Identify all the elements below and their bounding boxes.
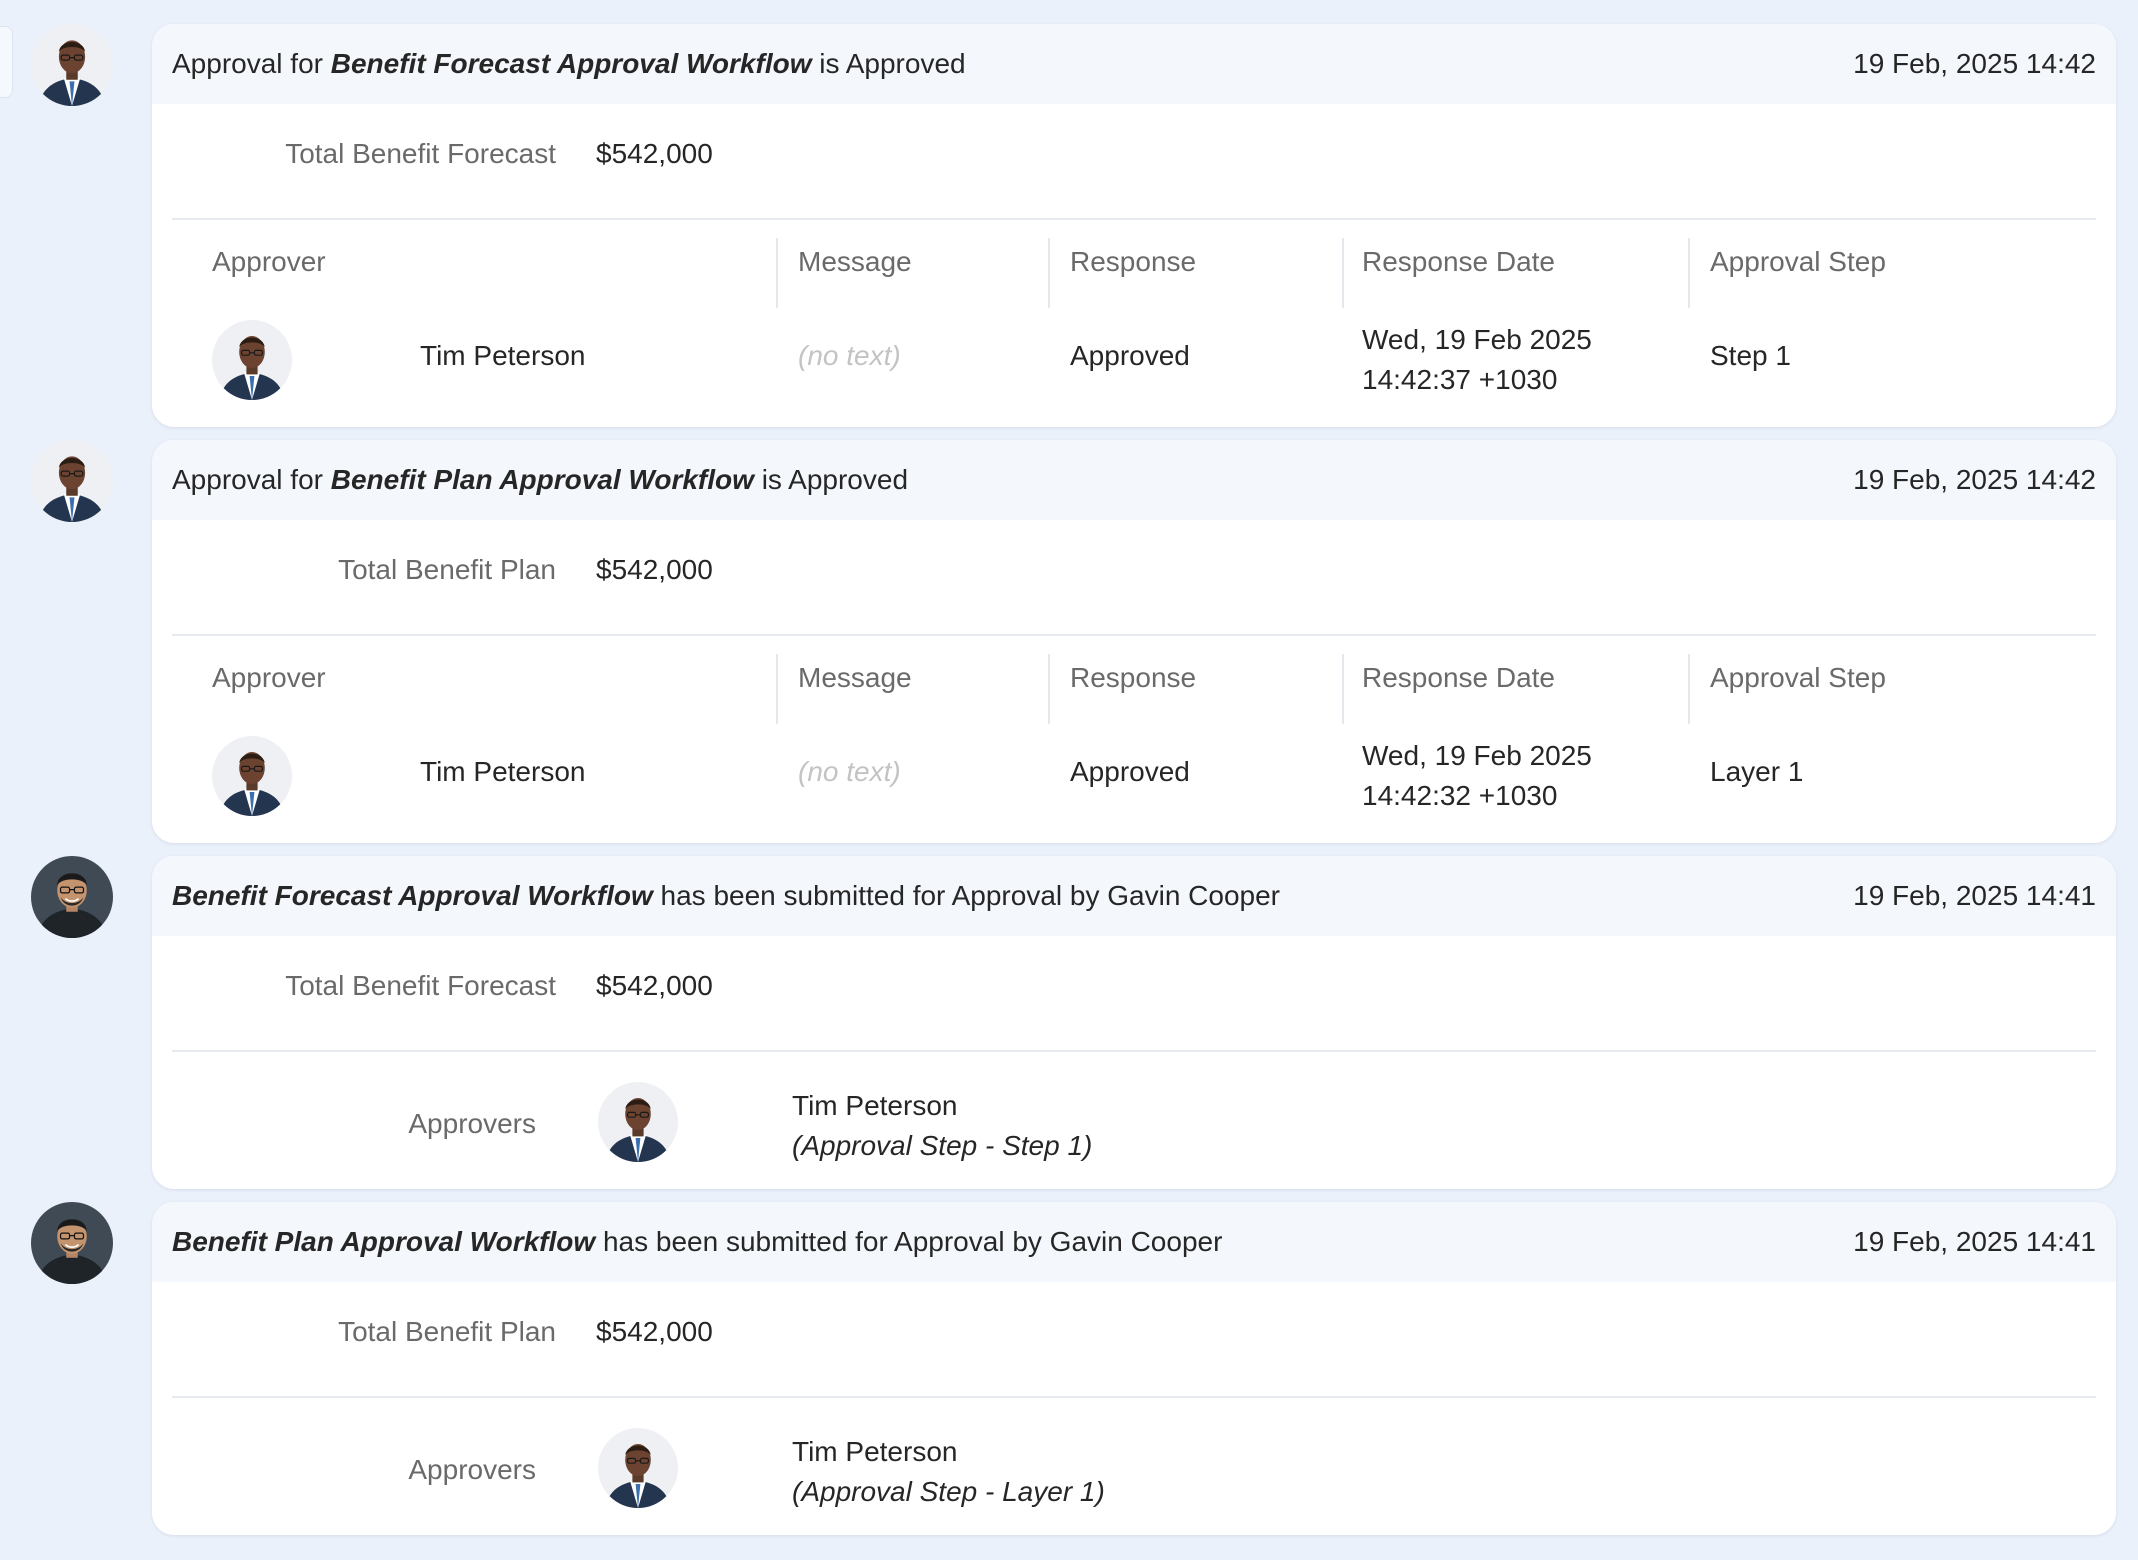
response-date: Wed, 19 Feb 2025 14:42:32 +1030: [1362, 736, 1592, 816]
column-header-response-date: Response Date: [1362, 246, 1556, 277]
workflow-name[interactable]: Benefit Plan Approval Workflow: [331, 464, 754, 495]
summary-row: Total Benefit Plan $542,000: [172, 520, 2096, 636]
approval-step: Layer 1: [1710, 756, 1804, 787]
approval-table: Approver Message Response Response Date …: [152, 220, 2116, 427]
card-title: Benefit Forecast Approval Workflow has b…: [172, 880, 1280, 912]
summary-value: $542,000: [596, 554, 713, 585]
column-header-message: Message: [798, 246, 912, 277]
title-prefix: Approval for: [172, 464, 331, 495]
timestamp: 19 Feb, 2025 14:41: [1853, 880, 2096, 911]
submission-card: Benefit Forecast Approval Workflow has b…: [152, 856, 2116, 1189]
summary-row: Total Benefit Forecast $542,000: [172, 936, 2096, 1052]
response-date: Wed, 19 Feb 2025 14:42:37 +1030: [1362, 320, 1592, 400]
card-header: Approval for Benefit Forecast Approval W…: [152, 24, 2116, 104]
column-header-response: Response: [1070, 662, 1197, 693]
workflow-name[interactable]: Benefit Forecast Approval Workflow: [172, 880, 653, 911]
response-date-day: Wed, 19 Feb 2025: [1362, 324, 1592, 355]
column-header-response-date: Response Date: [1362, 662, 1556, 693]
summary-label: Total Benefit Forecast: [285, 138, 556, 169]
response-status: Approved: [1070, 756, 1190, 787]
response-date-time: 14:42:32 +1030: [1362, 780, 1558, 811]
approval-card: Approval for Benefit Forecast Approval W…: [152, 24, 2116, 427]
summary-value: $542,000: [596, 970, 713, 1001]
approver-name: Tim Peterson: [792, 1090, 958, 1121]
response-date-time: 14:42:37 +1030: [1362, 364, 1558, 395]
card-title: Approval for Benefit Plan Approval Workf…: [172, 464, 908, 496]
avatar[interactable]: [598, 1082, 678, 1162]
card-title: Approval for Benefit Forecast Approval W…: [172, 48, 966, 80]
side-panel-handle[interactable]: [0, 26, 13, 98]
approver-info: Tim Peterson (Approval Step - Step 1): [792, 1086, 1092, 1166]
timestamp: 19 Feb, 2025 14:42: [1853, 48, 2096, 79]
column-header-approver: Approver: [212, 662, 326, 693]
approver-step: (Approval Step - Layer 1): [792, 1476, 1105, 1507]
summary-value: $542,000: [596, 1316, 713, 1347]
summary-value: $542,000: [596, 138, 713, 169]
summary-label: Total Benefit Forecast: [285, 970, 556, 1001]
avatar[interactable]: [212, 320, 292, 400]
avatar[interactable]: [598, 1428, 678, 1508]
approvers-row: Approvers Tim Peterson (Approval Step - …: [152, 1052, 2116, 1189]
response-status: Approved: [1070, 340, 1190, 371]
approval-step: Step 1: [1710, 340, 1791, 371]
submission-card: Benefit Plan Approval Workflow has been …: [152, 1202, 2116, 1535]
approver-step: (Approval Step - Step 1): [792, 1130, 1093, 1161]
column-header-approver: Approver: [212, 246, 326, 277]
approvers-label: Approvers: [408, 1108, 536, 1139]
title-suffix: has been submitted for Approval by Gavin…: [595, 1226, 1223, 1257]
card-header: Benefit Forecast Approval Workflow has b…: [152, 856, 2116, 936]
approver-name: Tim Peterson: [420, 756, 586, 787]
workflow-name[interactable]: Benefit Forecast Approval Workflow: [331, 48, 812, 79]
summary-row: Total Benefit Forecast $542,000: [172, 104, 2096, 220]
summary-row: Total Benefit Plan $542,000: [172, 1282, 2096, 1398]
column-header-message: Message: [798, 662, 912, 693]
timestamp: 19 Feb, 2025 14:42: [1853, 464, 2096, 495]
approvers-row: Approvers Tim Peterson (Approval Step - …: [152, 1398, 2116, 1535]
summary-label: Total Benefit Plan: [338, 1316, 556, 1347]
avatar[interactable]: [31, 440, 113, 522]
title-suffix: is Approved: [753, 464, 909, 495]
approval-card: Approval for Benefit Plan Approval Workf…: [152, 440, 2116, 843]
column-header-approval-step: Approval Step: [1710, 662, 1886, 693]
card-header: Approval for Benefit Plan Approval Workf…: [152, 440, 2116, 520]
approval-table: Approver Message Response Response Date …: [152, 636, 2116, 843]
column-header-approval-step: Approval Step: [1710, 246, 1886, 277]
title-suffix: has been submitted for Approval by Gavin…: [652, 880, 1281, 911]
avatar[interactable]: [31, 856, 113, 938]
column-header-response: Response: [1070, 246, 1197, 277]
approver-info: Tim Peterson (Approval Step - Layer 1): [792, 1432, 1105, 1512]
approver-name: Tim Peterson: [792, 1436, 958, 1467]
approver-name: Tim Peterson: [420, 340, 586, 371]
card-title: Benefit Plan Approval Workflow has been …: [172, 1226, 1222, 1258]
approvers-label: Approvers: [408, 1454, 536, 1485]
message-text: (no text): [798, 340, 901, 371]
avatar[interactable]: [31, 1202, 113, 1284]
summary-label: Total Benefit Plan: [338, 554, 556, 585]
avatar[interactable]: [31, 24, 113, 106]
workflow-name[interactable]: Benefit Plan Approval Workflow: [172, 1226, 595, 1257]
message-text: (no text): [798, 756, 901, 787]
avatar[interactable]: [212, 736, 292, 816]
response-date-day: Wed, 19 Feb 2025: [1362, 740, 1592, 771]
timestamp: 19 Feb, 2025 14:41: [1853, 1226, 2096, 1257]
card-header: Benefit Plan Approval Workflow has been …: [152, 1202, 2116, 1282]
title-suffix: is Approved: [811, 48, 966, 79]
title-prefix: Approval for: [172, 48, 331, 79]
